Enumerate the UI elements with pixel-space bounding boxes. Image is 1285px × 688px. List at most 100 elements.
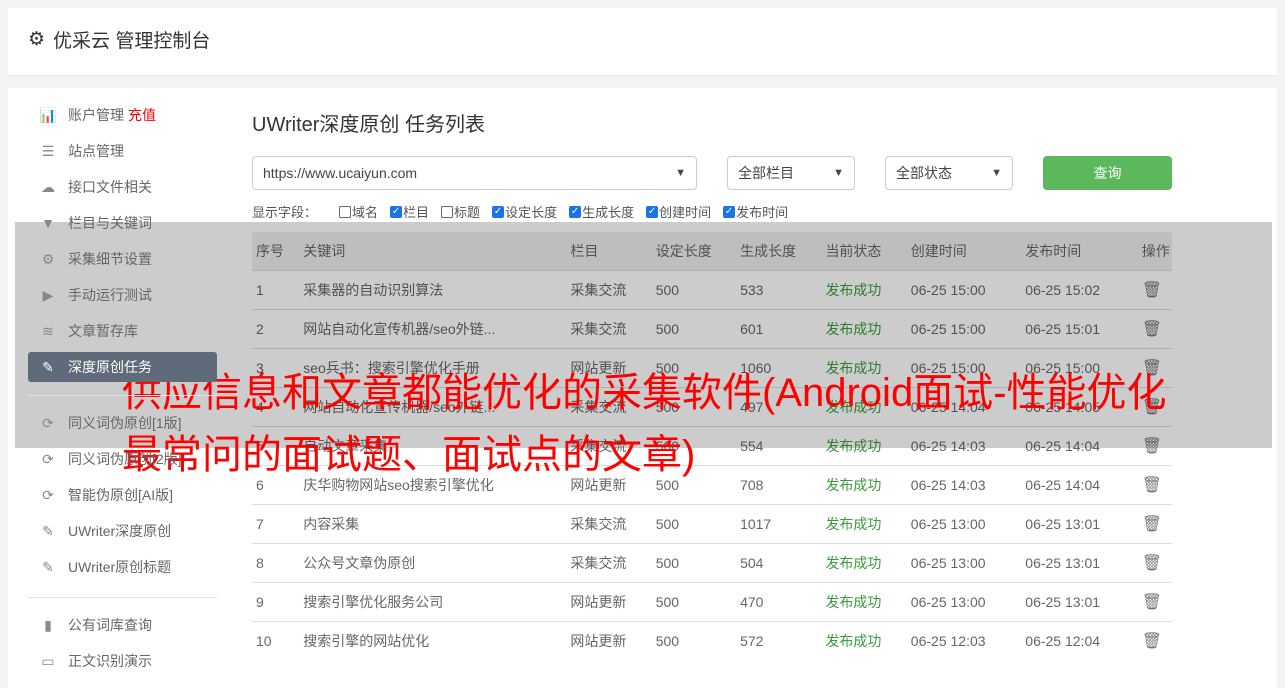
sidebar-item[interactable]: ⟳ 智能伪原创[AI版] xyxy=(28,480,217,510)
sidebar-divider xyxy=(28,395,217,396)
table-cell: 500 xyxy=(651,503,737,543)
table-cell: 发布成功 xyxy=(821,581,907,621)
sidebar-item-label: UWriter原创标题 xyxy=(68,559,172,575)
checkbox-icon[interactable]: ✓ xyxy=(646,205,659,218)
server-icon: ☰ xyxy=(41,142,55,159)
field-checkbox[interactable]: 标题 xyxy=(441,202,480,221)
refresh-icon: ⟳ xyxy=(42,486,54,503)
bar-chart-icon: 📊 xyxy=(39,106,57,123)
sidebar-item[interactable]: ▭ 正文识别演示 xyxy=(28,646,217,676)
table-cell: 采集交流 xyxy=(566,503,652,543)
page-title: UWriter深度原创 任务列表 xyxy=(252,114,485,136)
filter-icon: ▼ xyxy=(41,215,55,231)
sidebar-item[interactable]: ✎ UWriter深度原创 xyxy=(28,516,217,546)
sidebar-item-label: UWriter深度原创 xyxy=(68,523,172,539)
checkbox-icon[interactable]: ✓ xyxy=(390,205,403,218)
field-label: 域名 xyxy=(352,205,379,220)
sidebar-item[interactable]: ▼ 栏目与关键词 xyxy=(28,208,217,238)
table-row: 7 内容采集 采集交流 500 1017 发布成功 06-25 13:00 06-25 13:… xyxy=(252,503,1172,543)
table-cell: 7 xyxy=(252,503,300,543)
table-cell: 搜索引擎优化服务公司 xyxy=(299,581,567,621)
table-cell: 9 xyxy=(252,581,300,621)
sidebar-item[interactable]: 📊 账户管理 充值 xyxy=(28,100,217,130)
table-cell: 06-25 12:04 xyxy=(1021,620,1138,660)
table-cell: 公众号文章伪原创 xyxy=(299,542,567,582)
table-row: 9 搜索引擎优化服务公司 网站更新 500 470 发布成功 06-25 13:00 06-2… xyxy=(252,581,1172,621)
table-cell: 内容采集 xyxy=(299,503,567,543)
cloud-upload-icon: ☁ xyxy=(41,178,55,195)
delete-cell: 🗑 xyxy=(1137,542,1172,582)
site-select-value: https://www.ucaiyun.com xyxy=(263,165,418,181)
table-cell: 500 xyxy=(651,620,737,660)
query-button[interactable]: 查询 xyxy=(1043,156,1172,190)
field-checkbox[interactable]: ✓ 发布时间 xyxy=(723,202,788,221)
table-cell: 搜索引擎的网站优化 xyxy=(299,620,567,660)
field-checkbox[interactable]: ✓ 创建时间 xyxy=(646,202,711,221)
sidebar-item-label: 智能伪原创[AI版] xyxy=(68,487,174,503)
trash-icon[interactable]: 🗑 xyxy=(1142,633,1162,650)
sidebar-item-label: 深度原创任务 xyxy=(68,359,152,375)
chevron-down-icon: ▼ xyxy=(833,167,844,179)
field-checkbox[interactable]: ✓ 生成长度 xyxy=(569,202,634,221)
overlay-headline: 供应信息和文章都能优化的采集软件(Android面试-性能优化最常问的面试题、面… xyxy=(122,371,1167,477)
sidebar-item-label: 栏目与关键词 xyxy=(68,215,152,231)
edit-icon: ✎ xyxy=(42,358,54,375)
table-cell: 06-25 13:00 xyxy=(906,581,1022,621)
table-cell: 500 xyxy=(651,581,737,621)
table-cell: 500 xyxy=(651,542,737,582)
table-row: 8 公众号文章伪原创 采集交流 500 504 发布成功 06-25 13:00 06-25 … xyxy=(252,542,1172,582)
checkbox-icon[interactable]: ✓ xyxy=(569,205,582,218)
field-label: 发布时间 xyxy=(736,205,789,220)
sidebar-item-label: 正文识别演示 xyxy=(68,653,152,669)
table-cell: 06-25 13:01 xyxy=(1021,581,1138,621)
table-cell: 发布成功 xyxy=(821,542,907,582)
sidebar-item[interactable]: ⟳ 同义词伪原创[1版] xyxy=(28,408,217,438)
checkbox-icon[interactable]: ✓ xyxy=(492,205,505,218)
table-cell: 1017 xyxy=(736,503,822,543)
status-select[interactable]: 全部状态 ▼ xyxy=(885,156,1013,190)
sidebar-item-label: 同义词伪原创[1版] xyxy=(68,415,182,431)
sidebar-item[interactable]: ▮ 公有词库查询 xyxy=(28,610,217,640)
app-title: 优采云 管理控制台 xyxy=(53,31,211,52)
checkbox-icon[interactable] xyxy=(339,205,352,218)
table-cell: 发布成功 xyxy=(821,620,907,660)
database-icon: ≋ xyxy=(42,322,54,339)
table-cell: 06-25 13:00 xyxy=(906,542,1022,582)
sidebar-item[interactable]: ☰ 站点管理 xyxy=(28,136,217,166)
column-select[interactable]: 全部栏目 ▼ xyxy=(727,156,855,190)
sidebar-item[interactable]: ▶ 手动运行测试 xyxy=(28,280,217,310)
status-select-value: 全部状态 xyxy=(896,165,952,181)
sidebar-item[interactable]: ✎ 深度原创任务 xyxy=(28,352,217,382)
field-label: 创建时间 xyxy=(659,205,712,220)
sidebar-item-label: 接口文件相关 xyxy=(68,179,152,195)
table-cell: 572 xyxy=(736,620,822,660)
sidebar-item[interactable]: ⟳ 同义词伪原创[2版] xyxy=(28,444,217,474)
field-checkbox[interactable]: ✓ 栏目 xyxy=(390,202,429,221)
table-cell: 06-25 13:00 xyxy=(906,503,1022,543)
field-checkbox[interactable]: 域名 xyxy=(339,202,378,221)
table-cell: 06-25 13:01 xyxy=(1021,503,1138,543)
delete-cell: 🗑 xyxy=(1137,503,1172,543)
sidebar-item[interactable]: ≋ 文章暂存库 xyxy=(28,316,217,346)
trash-icon[interactable]: 🗑 xyxy=(1142,555,1162,572)
book-icon: ▮ xyxy=(44,616,52,633)
recharge-link[interactable]: 充值 xyxy=(128,105,156,125)
delete-cell: 🗑 xyxy=(1137,620,1172,660)
monitor-icon: ▭ xyxy=(41,652,55,669)
trash-icon[interactable]: 🗑 xyxy=(1142,594,1162,611)
sidebar-item[interactable]: ✎ UWriter原创标题 xyxy=(28,552,217,582)
sidebar-item[interactable]: ☁ 接口文件相关 xyxy=(28,172,217,202)
header-bar: ⚙ 优采云 管理控制台 xyxy=(8,8,1277,76)
site-select[interactable]: https://www.ucaiyun.com ▼ xyxy=(252,156,697,190)
checkbox-icon[interactable]: ✓ xyxy=(723,205,736,218)
delete-cell: 🗑 xyxy=(1137,581,1172,621)
refresh-icon: ⟳ xyxy=(42,414,54,431)
checkbox-icon[interactable] xyxy=(441,205,454,218)
field-checkbox[interactable]: ✓ 设定长度 xyxy=(492,202,557,221)
sidebar-item[interactable]: ⚙ 采集细节设置 xyxy=(28,244,217,274)
table-cell: 504 xyxy=(736,542,822,582)
field-label: 标题 xyxy=(454,205,481,220)
field-label: 栏目 xyxy=(403,205,430,220)
trash-icon[interactable]: 🗑 xyxy=(1142,516,1162,533)
field-label: 设定长度 xyxy=(505,205,558,220)
